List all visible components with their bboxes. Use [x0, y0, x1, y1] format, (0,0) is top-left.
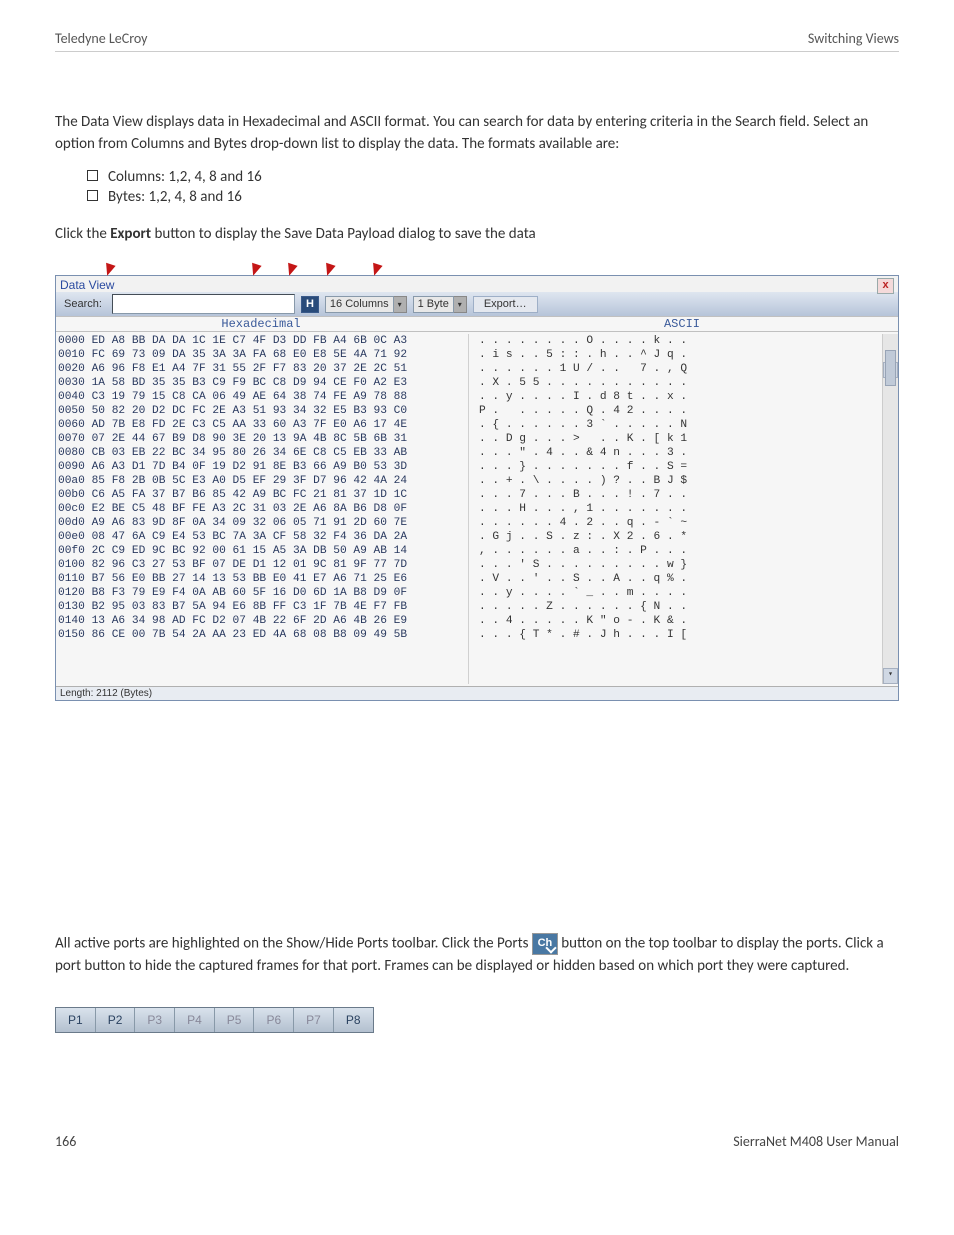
section-gap: [55, 741, 899, 921]
text-run: All active ports are highlighted on the …: [55, 935, 532, 953]
ascii-header: ASCII: [466, 317, 898, 331]
page-footer: 166 SierraNet M408 User Manual: [55, 1133, 899, 1150]
port-button-p3[interactable]: P3: [135, 1008, 175, 1032]
ports-paragraph: All active ports are highlighted on the …: [55, 933, 899, 977]
bullet-text: Columns: 1,2, 4, 8 and 16: [108, 168, 262, 186]
scroll-thumb[interactable]: [885, 350, 896, 386]
ports-toolbar: P1 P2 P3 P4 P5 P6 P7 P8: [55, 1007, 374, 1033]
dropdown-value: 16 Columns: [325, 296, 394, 313]
intro-paragraph: The Data View displays data in Hexadecim…: [55, 112, 899, 156]
page-header: Teledyne LeCroy Switching Views: [55, 30, 899, 52]
scroll-down-icon[interactable]: ▾: [883, 668, 898, 684]
bytes-dropdown[interactable]: 1 Byte ▾: [413, 296, 467, 313]
export-bold: Export: [110, 225, 151, 243]
hex-column[interactable]: 0000 ED A8 BB DA DA 1C 1E C7 4F D3 DD FB…: [58, 334, 468, 684]
page-number: 166: [55, 1133, 76, 1150]
port-button-p6[interactable]: P6: [254, 1008, 294, 1032]
bullet-bytes: Bytes: 1,2, 4, 8 and 16: [87, 188, 899, 206]
panel-title: Data View: [56, 276, 898, 292]
ports-icon[interactable]: Ch: [532, 933, 558, 955]
data-view-toolbar: Search: H 16 Columns ▾ 1 Byte ▾ Export…: [56, 292, 898, 316]
port-button-p7[interactable]: P7: [294, 1008, 334, 1032]
hex-viewer: 0000 ED A8 BB DA DA 1C 1E C7 4F D3 DD FB…: [56, 332, 898, 686]
export-button[interactable]: Export…: [473, 296, 538, 313]
bullet-columns: Columns: 1,2, 4, 8 and 16: [87, 168, 899, 186]
hex-mode-icon[interactable]: H: [301, 296, 319, 313]
scrollbar[interactable]: ▴ ▾: [882, 334, 898, 684]
export-paragraph: Click the Export button to display the S…: [55, 224, 899, 246]
port-button-p8[interactable]: P8: [334, 1008, 373, 1032]
search-label: Search:: [60, 297, 106, 311]
data-view-panel: Data View x Search: H 16 Columns ▾ 1 Byt…: [55, 275, 899, 701]
port-button-p1[interactable]: P1: [56, 1008, 96, 1032]
format-bullets: Columns: 1,2, 4, 8 and 16 Bytes: 1,2, 4,…: [87, 168, 899, 206]
search-input[interactable]: [112, 294, 295, 314]
checkbox-icon: [87, 190, 98, 201]
dropdown-value: 1 Byte: [413, 296, 454, 313]
header-left: Teledyne LeCroy: [55, 30, 148, 47]
port-button-p4[interactable]: P4: [175, 1008, 215, 1032]
columns-dropdown[interactable]: 16 Columns ▾: [325, 296, 407, 313]
text-run: button to display the Save Data Payload …: [151, 225, 536, 243]
ascii-column[interactable]: . . . . . . . . O . . . . k . . . i s . …: [468, 334, 898, 684]
close-icon[interactable]: x: [877, 278, 894, 294]
bullet-text: Bytes: 1,2, 4, 8 and 16: [108, 188, 242, 206]
column-headers: Hexadecimal ASCII: [56, 316, 898, 332]
status-bar: Length: 2112 (Bytes): [56, 686, 898, 700]
chevron-down-icon: ▾: [454, 296, 467, 313]
port-button-p2[interactable]: P2: [96, 1008, 136, 1032]
doc-title: SierraNet M408 User Manual: [733, 1133, 899, 1150]
chevron-down-icon: ▾: [394, 296, 407, 313]
port-button-p5[interactable]: P5: [215, 1008, 255, 1032]
hex-header: Hexadecimal: [56, 317, 466, 331]
header-right: Switching Views: [808, 30, 899, 47]
text-run: Click the: [55, 225, 110, 243]
checkbox-icon: [87, 170, 98, 181]
